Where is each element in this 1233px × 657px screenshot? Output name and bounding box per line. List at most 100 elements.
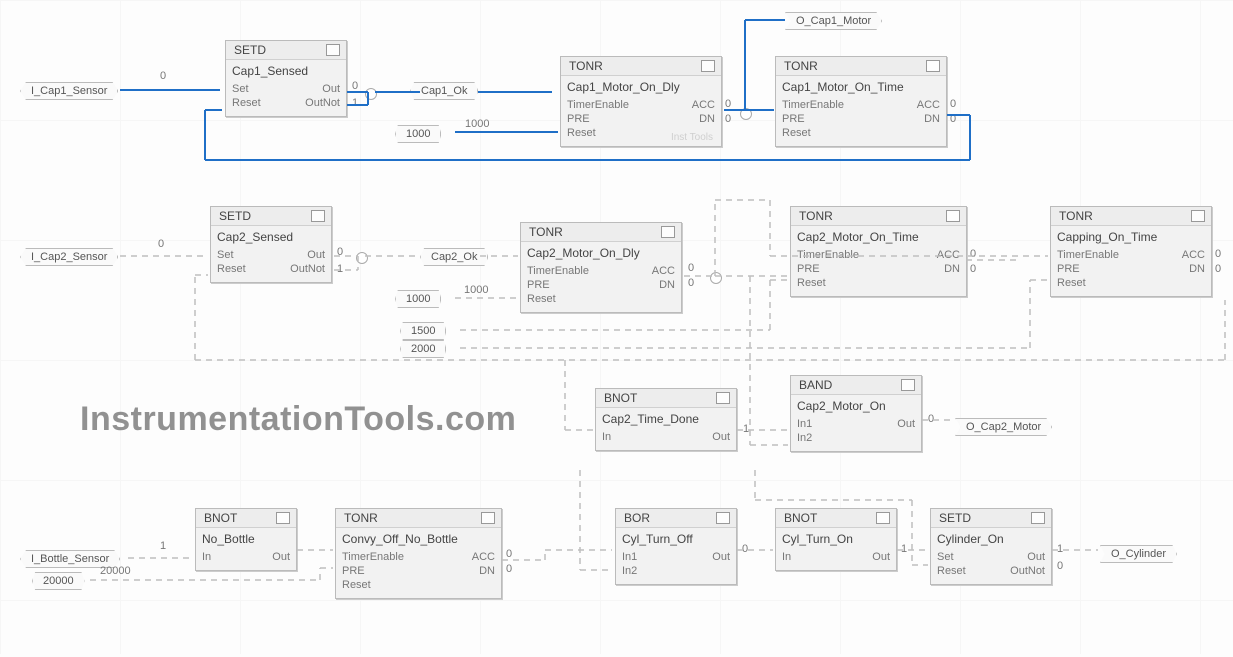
window-icon [876, 512, 890, 524]
pin-label: In1 [622, 550, 637, 564]
tag-label: Cap1_Ok [421, 85, 467, 97]
pin-label: PRE [527, 278, 550, 292]
wire-value: 0 [506, 548, 512, 560]
wire-value: 0 [1057, 560, 1063, 572]
block-type: SETD [219, 209, 251, 223]
const-1000: 1000 [395, 125, 441, 143]
tag-o-cylinder[interactable]: O_Cylinder [1100, 545, 1177, 563]
block-instance: Cap1_Motor_On_Dly [567, 80, 715, 94]
pin-label: DN [944, 262, 960, 276]
block-type: TONR [344, 511, 378, 525]
tag-label: O_Cylinder [1111, 548, 1166, 560]
pin-label: Set [937, 550, 954, 564]
const-label: 2000 [411, 343, 435, 355]
block-type: TONR [784, 59, 818, 73]
block-type: TONR [569, 59, 603, 73]
image-watermark: InstrumentationTools.com [80, 400, 516, 439]
window-icon [716, 512, 730, 524]
window-icon [311, 210, 325, 222]
block-bor-cyloff[interactable]: BOR Cyl_Turn_Off In1Out In2 [615, 508, 737, 585]
block-type: BNOT [204, 511, 237, 525]
const-2000: 2000 [400, 340, 446, 358]
tag-label: I_Cap1_Sensor [31, 85, 107, 97]
window-icon [481, 512, 495, 524]
tag-cap1-ok[interactable]: Cap1_Ok [410, 82, 478, 100]
wire-value: 0 [1215, 263, 1221, 275]
const-label: 1000 [406, 293, 430, 305]
pin-label: In2 [622, 564, 637, 578]
tag-i-cap2-sensor[interactable]: I_Cap2_Sensor [20, 248, 118, 266]
tag-i-cap1-sensor[interactable]: I_Cap1_Sensor [20, 82, 118, 100]
wire-value: 0 [158, 238, 164, 250]
pin-label: Out [712, 550, 730, 564]
pin-label: ACC [692, 98, 715, 112]
pin-label: Reset [567, 126, 596, 140]
wire-value: 1 [160, 540, 166, 552]
window-icon [716, 392, 730, 404]
pin-label: PRE [567, 112, 590, 126]
window-icon [276, 512, 290, 524]
block-setd-cap1[interactable]: SETD Cap1_Sensed SetOut ResetOutNot [225, 40, 347, 117]
wire-value: 1 [337, 263, 343, 275]
pin-label: ACC [652, 264, 675, 278]
const-1000b: 1000 [395, 290, 441, 308]
block-bnot-nobottle[interactable]: BNOT No_Bottle InOut [195, 508, 297, 571]
pin-label: OutNot [290, 262, 325, 276]
window-icon [1191, 210, 1205, 222]
block-instance: Cap2_Sensed [217, 230, 325, 244]
wire-value: 0 [337, 246, 343, 258]
window-icon [326, 44, 340, 56]
pin-label: In [602, 430, 611, 444]
tag-label: O_Cap1_Motor [796, 15, 871, 27]
pin-label: Reset [1057, 276, 1086, 290]
block-bnot-cylon[interactable]: BNOT Cyl_Turn_On InOut [775, 508, 897, 571]
wire-value: 0 [950, 98, 956, 110]
window-icon [701, 60, 715, 72]
wire-value: 0 [742, 543, 748, 555]
pin-dot [710, 272, 722, 284]
pin-label: Reset [937, 564, 966, 578]
wire-value: 1000 [464, 284, 488, 296]
block-type: BNOT [604, 391, 637, 405]
block-instance: Cap2_Time_Done [602, 412, 730, 426]
block-instance: Cap2_Motor_On_Time [797, 230, 960, 244]
block-band-motoron[interactable]: BAND Cap2_Motor_On In1Out In2 [790, 375, 922, 452]
wire-value: 0 [970, 263, 976, 275]
wire-value: 0 [1215, 248, 1221, 260]
pin-label: Reset [527, 292, 556, 306]
block-tonr-cap2-dly[interactable]: TONR Cap2_Motor_On_Dly TimerEnableACC PR… [520, 222, 682, 313]
pin-label: DN [479, 564, 495, 578]
pin-label: Reset [782, 126, 811, 140]
tag-o-cap1-motor[interactable]: O_Cap1_Motor [785, 12, 882, 30]
block-instance: No_Bottle [202, 532, 290, 546]
wire-value: 0 [506, 563, 512, 575]
tag-o-cap2-motor[interactable]: O_Cap2_Motor [955, 418, 1052, 436]
pin-label: TimerEnable [527, 264, 589, 278]
pin-dot [356, 252, 368, 264]
pin-label: TimerEnable [342, 550, 404, 564]
window-icon [926, 60, 940, 72]
pin-label: TimerEnable [797, 248, 859, 262]
block-setd-cylinder[interactable]: SETD Cylinder_On SetOut ResetOutNot [930, 508, 1052, 585]
block-instance: Cylinder_On [937, 532, 1045, 546]
pin-label: TimerEnable [1057, 248, 1119, 262]
block-instance: Cap1_Motor_On_Time [782, 80, 940, 94]
pin-label: Reset [232, 96, 261, 110]
tag-label: Cap2_Ok [431, 251, 477, 263]
block-type: SETD [939, 511, 971, 525]
block-tonr-cap1-dly[interactable]: TONR Cap1_Motor_On_Dly TimerEnableACC PR… [560, 56, 722, 147]
block-tonr-convy[interactable]: TONR Convy_Off_No_Bottle TimerEnableACC … [335, 508, 502, 599]
pin-label: Out [307, 248, 325, 262]
block-setd-cap2[interactable]: SETD Cap2_Sensed SetOut ResetOutNot [210, 206, 332, 283]
pin-label: Set [232, 82, 249, 96]
block-tonr-cap2-time[interactable]: TONR Cap2_Motor_On_Time TimerEnableACC P… [790, 206, 967, 297]
block-tonr-cap1-time[interactable]: TONR Cap1_Motor_On_Time TimerEnableACC P… [775, 56, 947, 147]
pin-dot [365, 88, 377, 100]
block-bnot-timedone[interactable]: BNOT Cap2_Time_Done InOut [595, 388, 737, 451]
block-type: SETD [234, 43, 266, 57]
pin-label: DN [659, 278, 675, 292]
const-20000: 20000 [32, 572, 85, 590]
pin-label: In [202, 550, 211, 564]
tag-cap2-ok[interactable]: Cap2_Ok [420, 248, 488, 266]
block-tonr-capping-time[interactable]: TONR Capping_On_Time TimerEnableACC PRED… [1050, 206, 1212, 297]
